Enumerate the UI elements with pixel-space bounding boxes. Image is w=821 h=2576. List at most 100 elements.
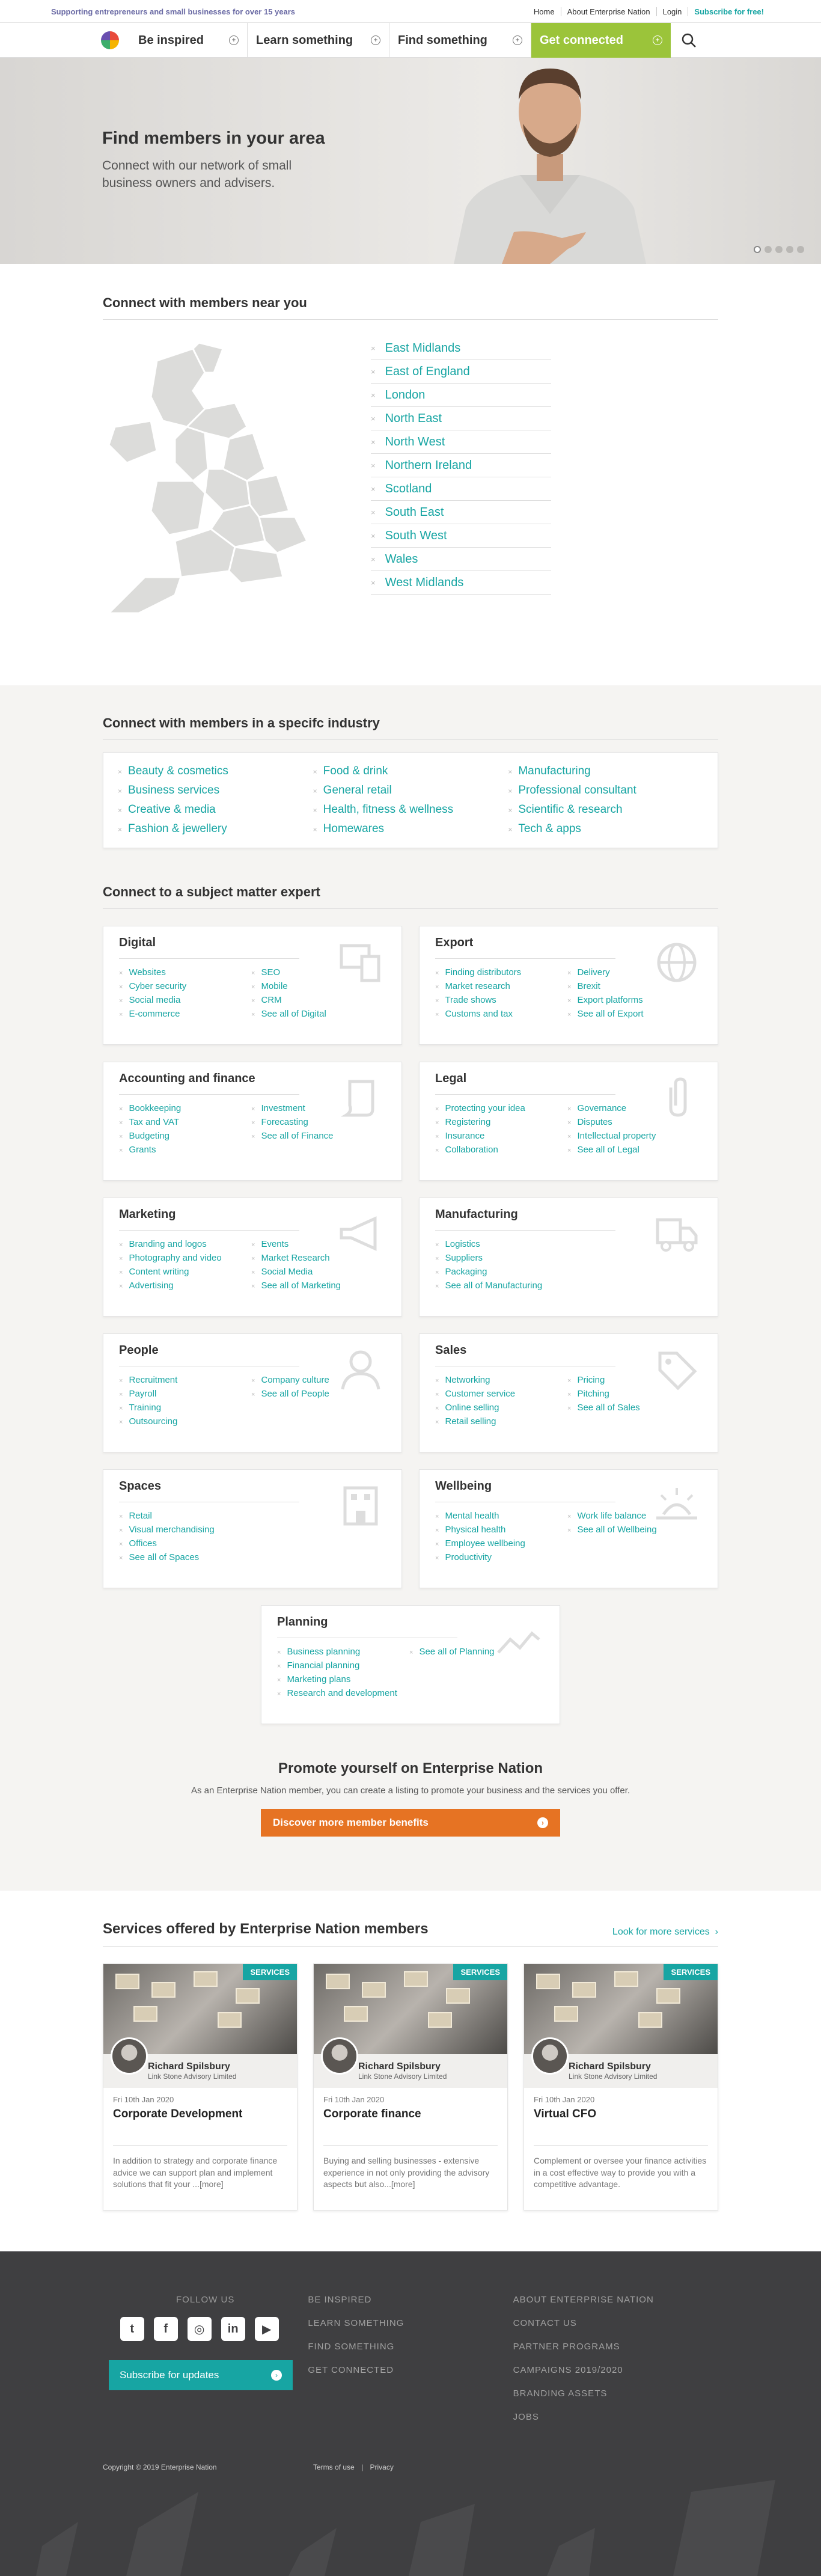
more-services-link[interactable]: Look for more services › xyxy=(612,1927,718,1938)
service-title[interactable]: Virtual CFO xyxy=(534,2108,708,2146)
industry-link[interactable]: × Food & drink xyxy=(313,765,508,778)
region-item[interactable]: × Scotland xyxy=(371,477,551,501)
expert-link[interactable]: × Finding distributors xyxy=(435,967,567,977)
expert-link[interactable]: × See all of Finance xyxy=(251,1131,383,1141)
expert-link[interactable]: × Business planning xyxy=(277,1647,409,1657)
industry-link[interactable]: × General retail xyxy=(313,784,508,797)
expert-link[interactable]: × Content writing xyxy=(119,1267,251,1277)
region-item[interactable]: × East of England xyxy=(371,360,551,384)
region-item[interactable]: × North East xyxy=(371,407,551,430)
industry-link[interactable]: × Professional consultant xyxy=(508,784,703,797)
expert-link[interactable]: × Suppliers xyxy=(435,1253,567,1263)
nav-find-something[interactable]: Find something + xyxy=(389,23,531,58)
twitter-icon[interactable]: t xyxy=(120,2317,144,2341)
industry-link[interactable]: × Scientific & research xyxy=(508,803,703,816)
industry-link[interactable]: × Tech & apps xyxy=(508,822,703,836)
about-link[interactable]: About Enterprise Nation xyxy=(560,7,656,16)
service-card[interactable]: SERVICES Richard Spilsbury Link Stone Advi… xyxy=(103,1963,298,2210)
login-link[interactable]: Login xyxy=(656,7,688,16)
expert-link[interactable]: × Photography and video xyxy=(119,1253,251,1263)
terms-link[interactable]: Terms of use xyxy=(313,2463,355,2471)
region-item[interactable]: × North West xyxy=(371,430,551,454)
expert-link[interactable]: × Customs and tax xyxy=(435,1009,567,1019)
expert-link[interactable]: × See all of Manufacturing xyxy=(435,1280,567,1291)
expert-link[interactable]: × See all of Spaces xyxy=(119,1552,251,1562)
expert-link[interactable]: × Packaging xyxy=(435,1267,567,1277)
footer-link[interactable]: JOBS xyxy=(513,2412,718,2422)
expert-link[interactable]: × See all of Sales xyxy=(567,1403,700,1413)
service-title[interactable]: Corporate finance xyxy=(323,2108,498,2146)
home-link[interactable]: Home xyxy=(528,7,561,16)
expert-link[interactable]: × Networking xyxy=(435,1375,567,1385)
instagram-icon[interactable]: ◎ xyxy=(187,2317,212,2341)
footer-link[interactable]: LEARN SOMETHING xyxy=(308,2318,513,2328)
subscribe-updates-button[interactable]: Subscribe for updates › xyxy=(109,2360,293,2390)
carousel-dot[interactable] xyxy=(786,246,793,253)
expert-link[interactable]: × Financial planning xyxy=(277,1660,409,1671)
expert-link[interactable]: × Intellectual property xyxy=(567,1131,700,1141)
industry-link[interactable]: × Fashion & jewellery xyxy=(118,822,313,836)
service-card[interactable]: SERVICES Richard Spilsbury Link Stone Advi… xyxy=(523,1963,718,2210)
expert-link[interactable]: × Offices xyxy=(119,1538,251,1549)
expert-link[interactable]: × Marketing plans xyxy=(277,1674,409,1684)
expert-link[interactable]: × Tax and VAT xyxy=(119,1117,251,1127)
region-item[interactable]: × South West xyxy=(371,524,551,548)
logo-icon[interactable] xyxy=(101,31,119,49)
expert-link[interactable]: × See all of Marketing xyxy=(251,1280,383,1291)
expert-link[interactable]: × Mental health xyxy=(435,1511,567,1521)
expert-link[interactable]: × Budgeting xyxy=(119,1131,251,1141)
expert-link[interactable]: × Retail xyxy=(119,1511,251,1521)
industry-link[interactable]: × Homewares xyxy=(313,822,508,836)
expert-link[interactable]: × Bookkeeping xyxy=(119,1103,251,1113)
expert-link[interactable]: × E-commerce xyxy=(119,1009,251,1019)
expert-link[interactable]: × Cyber security xyxy=(119,981,251,991)
expert-link[interactable]: × Online selling xyxy=(435,1403,567,1413)
region-item[interactable]: × West Midlands xyxy=(371,571,551,595)
region-item[interactable]: × East Midlands xyxy=(371,337,551,360)
search-icon[interactable] xyxy=(677,28,701,52)
expert-link[interactable]: × Recruitment xyxy=(119,1375,251,1385)
expert-link[interactable]: × Visual merchandising xyxy=(119,1525,251,1535)
footer-link[interactable]: CAMPAIGNS 2019/2020 xyxy=(513,2365,718,2375)
expert-link[interactable]: × Employee wellbeing xyxy=(435,1538,567,1549)
discover-benefits-button[interactable]: Discover more member benefits › xyxy=(261,1809,560,1837)
industry-link[interactable]: × Creative & media xyxy=(118,803,313,816)
expert-link[interactable]: × Export platforms xyxy=(567,995,700,1005)
expert-link[interactable]: × Market research xyxy=(435,981,567,991)
industry-link[interactable]: × Business services xyxy=(118,784,313,797)
industry-link[interactable]: × Health, fitness & wellness xyxy=(313,803,508,816)
youtube-icon[interactable]: ▶ xyxy=(254,2317,279,2341)
region-item[interactable]: × Northern Ireland xyxy=(371,454,551,477)
expert-link[interactable]: × CRM xyxy=(251,995,383,1005)
expert-link[interactable]: × Trade shows xyxy=(435,995,567,1005)
service-title[interactable]: Corporate Development xyxy=(113,2108,287,2146)
expert-link[interactable]: × Research and development xyxy=(277,1688,409,1698)
expert-link[interactable]: × Grants xyxy=(119,1145,251,1155)
privacy-link[interactable]: Privacy xyxy=(370,2463,394,2471)
nav-learn-something[interactable]: Learn something + xyxy=(248,23,389,58)
footer-link[interactable]: PARTNER PROGRAMS xyxy=(513,2342,718,2352)
footer-link[interactable]: BE INSPIRED xyxy=(308,2295,513,2305)
expert-link[interactable]: × See all of Legal xyxy=(567,1145,700,1155)
expert-link[interactable]: × Physical health xyxy=(435,1525,567,1535)
expert-link[interactable]: × Protecting your idea xyxy=(435,1103,567,1113)
expert-link[interactable]: × Social media xyxy=(119,995,251,1005)
nav-be-inspired[interactable]: Be inspired + xyxy=(130,23,248,58)
expert-link[interactable]: × Productivity xyxy=(435,1552,567,1562)
region-item[interactable]: × South East xyxy=(371,501,551,524)
expert-link[interactable]: × Customer service xyxy=(435,1389,567,1399)
expert-link[interactable]: × See all of Export xyxy=(567,1009,700,1019)
expert-link[interactable]: × Branding and logos xyxy=(119,1239,251,1249)
footer-link[interactable]: BRANDING ASSETS xyxy=(513,2388,718,2399)
industry-link[interactable]: × Beauty & cosmetics xyxy=(118,765,313,778)
footer-link[interactable]: ABOUT ENTERPRISE NATION xyxy=(513,2295,718,2305)
carousel-dot[interactable] xyxy=(775,246,783,253)
expert-link[interactable]: × Social Media xyxy=(251,1267,383,1277)
nav-get-connected[interactable]: Get connected + xyxy=(531,23,671,58)
expert-link[interactable]: × Collaboration xyxy=(435,1145,567,1155)
industry-link[interactable]: × Manufacturing xyxy=(508,765,703,778)
carousel-dot[interactable] xyxy=(754,246,761,253)
footer-link[interactable]: FIND SOMETHING xyxy=(308,2342,513,2352)
expert-link[interactable]: × Registering xyxy=(435,1117,567,1127)
expert-link[interactable]: × Websites xyxy=(119,967,251,977)
